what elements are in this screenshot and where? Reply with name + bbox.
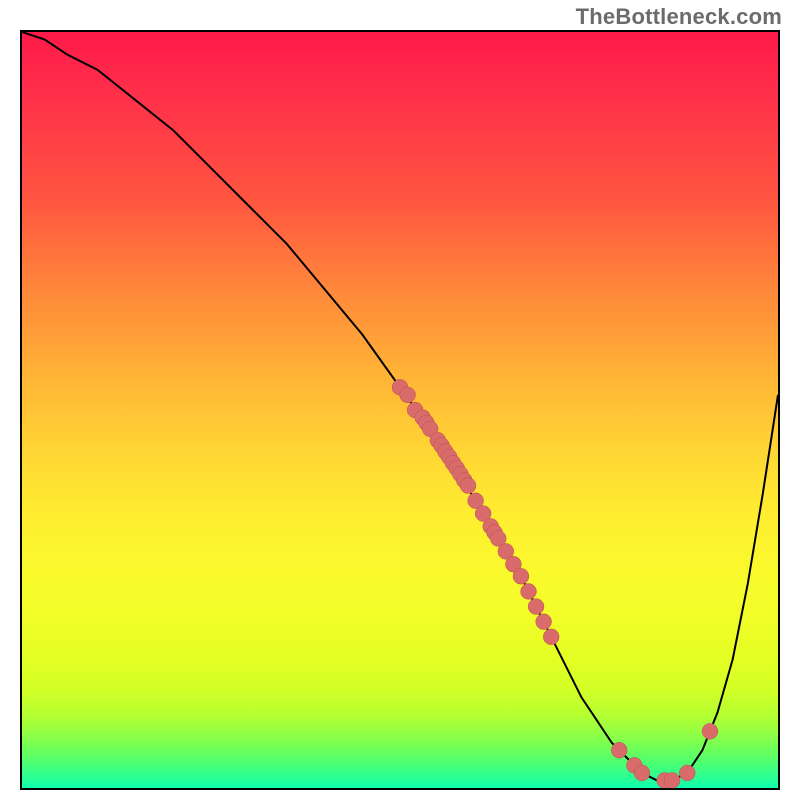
plot-svg: [22, 32, 778, 788]
data-point: [528, 599, 544, 615]
data-point: [611, 742, 627, 758]
data-point: [543, 629, 559, 645]
bottleneck-curve: [22, 32, 778, 780]
data-point: [521, 584, 537, 600]
scatter-points: [392, 379, 718, 788]
data-point: [536, 614, 552, 630]
data-point: [460, 478, 476, 494]
data-point: [679, 765, 695, 781]
data-point: [513, 568, 529, 584]
data-point: [702, 723, 718, 739]
watermark-text: TheBottleneck.com: [576, 4, 782, 30]
data-point: [634, 765, 650, 781]
chart-container: TheBottleneck.com: [0, 0, 800, 800]
data-point: [664, 773, 680, 788]
plot-area: [20, 30, 780, 790]
data-point: [400, 387, 416, 403]
